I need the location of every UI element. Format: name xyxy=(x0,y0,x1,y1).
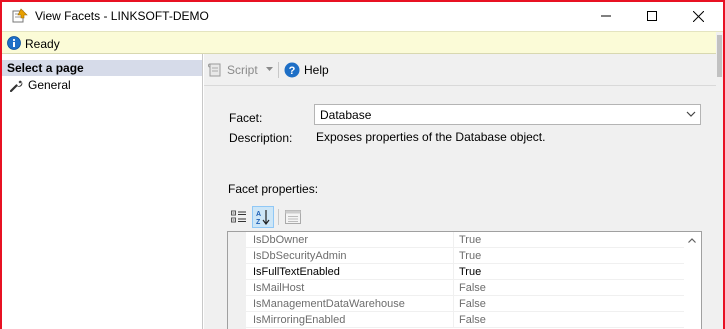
script-button[interactable]: Script xyxy=(208,61,258,79)
property-name: IsDbOwner xyxy=(253,234,309,246)
property-value: True xyxy=(459,250,482,262)
page-selector-pane: Select a page General xyxy=(2,54,203,329)
property-grid: IsDbOwner True IsDbSecurityAdmin True Is… xyxy=(227,231,702,329)
property-name: IsManagementDataWarehouse xyxy=(253,298,405,310)
svg-text:Z: Z xyxy=(256,219,261,225)
help-button[interactable]: ? Help xyxy=(284,61,329,79)
grid-left-margin xyxy=(228,232,246,329)
window-scrollbar-thumb[interactable] xyxy=(717,35,722,77)
column-divider xyxy=(453,248,454,264)
property-value: False xyxy=(459,282,486,294)
property-name: IsFullTextEnabled xyxy=(253,266,340,278)
property-value: False xyxy=(459,298,486,310)
categorized-icon xyxy=(231,210,246,223)
column-divider xyxy=(453,312,454,328)
facet-dropdown-value: Database xyxy=(320,108,372,122)
status-text: Ready xyxy=(25,37,60,51)
property-value: True xyxy=(459,234,482,246)
property-pages-button[interactable] xyxy=(282,206,304,228)
toolbar-separator xyxy=(204,85,723,86)
title-bar: View Facets - LINKSOFT-DEMO xyxy=(2,2,723,31)
close-icon xyxy=(692,10,704,22)
table-row[interactable]: IsFullTextEnabled True xyxy=(246,264,687,280)
alphabetical-button[interactable]: A Z xyxy=(252,206,274,228)
sort-alphabetical-icon: A Z xyxy=(256,210,270,225)
svg-text:?: ? xyxy=(289,65,296,77)
facets-app-icon xyxy=(12,8,28,24)
column-divider xyxy=(453,296,454,312)
column-divider xyxy=(453,280,454,296)
table-row[interactable]: IsDbSecurityAdmin True xyxy=(246,248,687,264)
maximize-icon xyxy=(647,11,657,21)
status-bar: Ready xyxy=(2,31,723,54)
minimize-button[interactable] xyxy=(583,2,629,30)
window-title: View Facets - LINKSOFT-DEMO xyxy=(35,9,209,23)
facet-properties-label: Facet properties: xyxy=(228,182,319,196)
script-icon xyxy=(208,63,221,77)
help-button-label: Help xyxy=(304,63,329,77)
page-item-general[interactable]: General xyxy=(10,77,71,93)
chevron-down-icon xyxy=(686,111,696,117)
wrench-icon xyxy=(10,80,23,92)
property-value: False xyxy=(459,314,486,326)
grid-toolbar-divider xyxy=(278,209,279,225)
property-pages-icon xyxy=(285,210,301,224)
table-row[interactable]: IsManagementDataWarehouse False xyxy=(246,296,687,312)
categorized-button[interactable] xyxy=(228,206,250,228)
table-row[interactable]: IsMailHost False xyxy=(246,280,687,296)
script-dropdown-arrow-icon[interactable] xyxy=(266,67,273,71)
page-item-general-label: General xyxy=(28,78,71,92)
property-value[interactable]: True xyxy=(459,266,481,278)
grid-scrollbar[interactable] xyxy=(684,232,701,329)
facet-dropdown[interactable]: Database xyxy=(314,104,701,125)
info-icon xyxy=(7,36,21,50)
facet-content-pane: Script ? Help Facet: Database Descriptio… xyxy=(204,54,723,329)
property-name: IsMailHost xyxy=(253,282,305,294)
property-name: IsDbSecurityAdmin xyxy=(253,250,347,262)
table-row[interactable]: IsMirroringEnabled False xyxy=(246,312,687,328)
close-button[interactable] xyxy=(675,2,721,30)
column-divider xyxy=(453,232,454,248)
script-button-label: Script xyxy=(227,63,258,77)
minimize-icon xyxy=(601,15,611,17)
view-facets-window: View Facets - LINKSOFT-DEMO Ready Select… xyxy=(0,0,725,329)
description-label: Description: xyxy=(229,131,293,145)
table-row[interactable]: IsDbOwner True xyxy=(246,232,687,248)
svg-text:A: A xyxy=(256,211,261,218)
description-text: Exposes properties of the Database objec… xyxy=(316,130,546,144)
maximize-button[interactable] xyxy=(629,2,675,30)
property-name: IsMirroringEnabled xyxy=(253,314,346,326)
toolbar-divider xyxy=(278,62,279,78)
facet-label: Facet: xyxy=(229,111,263,125)
select-page-header: Select a page xyxy=(2,60,202,76)
window-scrollbar[interactable] xyxy=(716,32,723,329)
help-icon: ? xyxy=(284,62,300,78)
scroll-up-icon[interactable] xyxy=(688,238,696,243)
column-divider xyxy=(453,264,454,280)
